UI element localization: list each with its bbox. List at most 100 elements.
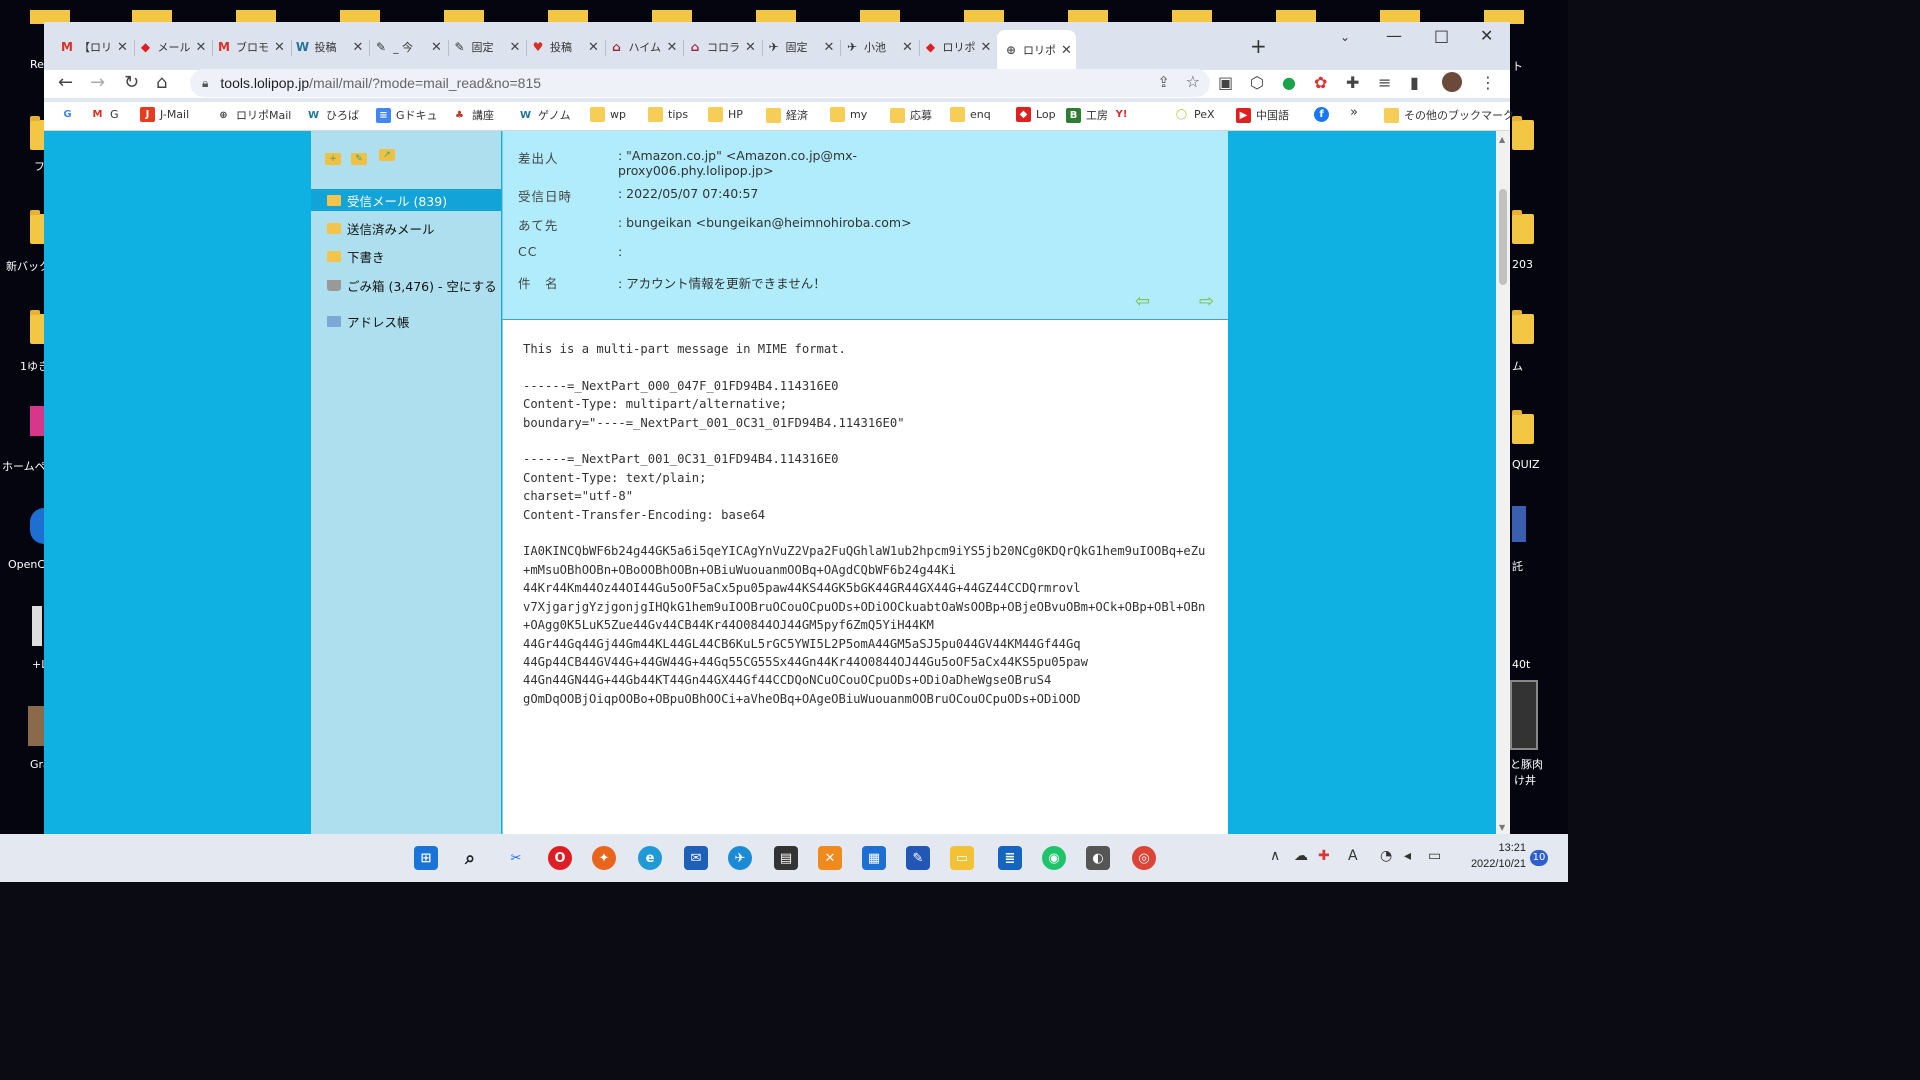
- browser-tab[interactable]: ◆ メール ✕: [138, 32, 211, 62]
- other-bookmarks[interactable]: その他のブックマーク: [1384, 107, 1514, 123]
- bookmark-item[interactable]: Y!: [1114, 107, 1134, 122]
- clock[interactable]: 13:21 2022/10/21: [1462, 840, 1526, 872]
- menu-kebab-icon[interactable]: ⋮: [1480, 73, 1496, 92]
- bookmark-star-icon[interactable]: ☆: [1186, 72, 1200, 91]
- shortcut-icon[interactable]: [30, 406, 44, 436]
- open-folder-icon[interactable]: ↗: [379, 149, 395, 161]
- rename-folder-icon[interactable]: ✎: [351, 153, 367, 165]
- tab-close-icon[interactable]: ✕: [510, 40, 521, 55]
- side-panel-icon[interactable]: ▮: [1410, 73, 1419, 92]
- browser-tab[interactable]: M ブロモ ✕: [216, 32, 289, 62]
- desktop-folder-icon[interactable]: [1512, 410, 1534, 444]
- browser-tab[interactable]: ◆ ロリポ ✕: [923, 32, 996, 62]
- bookmark-item[interactable]: enq: [950, 107, 991, 122]
- edge-icon[interactable]: e: [638, 846, 662, 870]
- close-window-button[interactable]: ✕: [1480, 26, 1493, 45]
- address-book-link[interactable]: アドレス帳: [311, 310, 501, 332]
- desktop-folder-icon[interactable]: [1512, 210, 1534, 244]
- browser-tab[interactable]: ✎ 固定 ✕: [452, 32, 525, 62]
- xampp-icon[interactable]: ✕: [818, 846, 842, 870]
- browser-tab[interactable]: ✎ _ 今 ✕: [373, 32, 446, 62]
- shortcut-icon[interactable]: [1512, 506, 1526, 542]
- bookmark-item[interactable]: HP: [708, 107, 743, 122]
- bookmark-item[interactable]: 経済: [766, 107, 808, 123]
- home-button[interactable]: ⌂: [156, 72, 167, 93]
- tray-expand-icon[interactable]: ∧: [1270, 848, 1280, 864]
- volume-icon[interactable]: ◂: [1404, 848, 1411, 864]
- shortcut-icon[interactable]: [1510, 680, 1538, 750]
- bookmark-item[interactable]: MG: [90, 107, 119, 122]
- notepad-icon[interactable]: ≣: [998, 846, 1022, 870]
- extension-image-icon[interactable]: ▣: [1218, 73, 1233, 92]
- bookmarks-more-button[interactable]: »: [1350, 105, 1358, 120]
- profile-avatar[interactable]: [1442, 72, 1462, 92]
- tab-close-icon[interactable]: ✕: [196, 40, 207, 55]
- browser-tab[interactable]: ♥ 投稿 ✕: [530, 32, 603, 62]
- tab-close-icon[interactable]: ✕: [274, 40, 285, 55]
- tab-close-icon[interactable]: ✕: [902, 40, 913, 55]
- tab-close-icon[interactable]: ✕: [824, 40, 835, 55]
- tab-close-icon[interactable]: ✕: [117, 40, 128, 55]
- bookmark-item[interactable]: W ゲノム: [518, 107, 571, 123]
- new-tab-button[interactable]: +: [1250, 34, 1267, 58]
- bookmark-item[interactable]: B 工房: [1066, 107, 1108, 123]
- ime-icon[interactable]: A: [1348, 848, 1358, 864]
- pen-app-icon[interactable]: ✎: [906, 846, 930, 870]
- scrollbar-thumb[interactable]: [1499, 189, 1507, 285]
- app-icon[interactable]: ▤: [774, 846, 798, 870]
- desktop-folder-icon[interactable]: [1512, 116, 1534, 150]
- folder-sent[interactable]: 送信済みメール: [311, 217, 501, 239]
- page-scrollbar[interactable]: ▲ ▼: [1496, 131, 1510, 834]
- forward-button[interactable]: →: [90, 72, 105, 93]
- tab-close-icon[interactable]: ✕: [431, 40, 442, 55]
- shortcut-icon[interactable]: [28, 706, 44, 746]
- app-icon[interactable]: ▦: [862, 846, 886, 870]
- reading-list-icon[interactable]: ≡: [1378, 73, 1391, 92]
- line-icon[interactable]: ◉: [1042, 846, 1066, 870]
- browser-tab[interactable]: M 【ロリ ✕: [59, 32, 132, 62]
- notification-badge[interactable]: 10: [1530, 850, 1548, 866]
- share-icon[interactable]: ⇪: [1157, 73, 1170, 91]
- battery-icon[interactable]: ▭: [1428, 848, 1441, 864]
- snipping-tool-icon[interactable]: ✂: [504, 846, 528, 870]
- reload-button[interactable]: ↻: [124, 72, 139, 93]
- browser-tab[interactable]: ⌂ ハイム ✕: [609, 32, 682, 62]
- folder-trash[interactable]: ごみ箱 (3,476) - 空にする: [311, 274, 501, 296]
- start-button[interactable]: ⊞: [414, 846, 438, 870]
- shortcut-icon[interactable]: [32, 606, 42, 646]
- tab-close-icon[interactable]: ✕: [745, 40, 756, 55]
- scroll-down-arrow-icon[interactable]: ▼: [1499, 823, 1505, 832]
- bookmark-item[interactable]: 応募: [890, 107, 932, 123]
- lock-icon[interactable]: 🔒︎: [202, 76, 208, 91]
- bookmark-item[interactable]: ♣ 講座: [452, 107, 494, 123]
- onedrive-icon[interactable]: ☁: [1294, 848, 1308, 864]
- extensions-puzzle-icon[interactable]: ✚: [1346, 73, 1359, 92]
- bookmark-item[interactable]: ◆ Lop: [1016, 107, 1056, 122]
- prev-mail-arrow-icon[interactable]: ⇦: [1135, 291, 1150, 312]
- bookmark-item[interactable]: f: [1314, 107, 1334, 122]
- bookmark-item[interactable]: ⊕ ロリポMail: [216, 107, 291, 123]
- bookmark-item[interactable]: tips: [648, 107, 688, 122]
- tab-search-icon[interactable]: ⌄: [1340, 30, 1350, 44]
- bookmark-item[interactable]: wp: [590, 107, 626, 122]
- wifi-icon[interactable]: ◔: [1380, 848, 1392, 864]
- extension-color-icon[interactable]: ✿: [1314, 73, 1327, 92]
- folder-inbox[interactable]: 受信メール (839): [311, 189, 501, 211]
- opera-icon[interactable]: O: [548, 846, 572, 870]
- bookmark-item[interactable]: ◯ PeX: [1174, 107, 1215, 122]
- tab-close-icon[interactable]: ✕: [588, 40, 599, 55]
- tray-app-icon[interactable]: ✚: [1318, 848, 1330, 864]
- maximize-button[interactable]: □: [1434, 26, 1449, 45]
- new-folder-icon[interactable]: +: [325, 153, 341, 165]
- chrome-icon[interactable]: ◎: [1132, 846, 1156, 870]
- extension-box-icon[interactable]: ⬡: [1250, 73, 1264, 92]
- tab-close-icon[interactable]: ✕: [667, 40, 678, 55]
- bookmark-item[interactable]: J J-Mail: [140, 107, 189, 122]
- address-bar[interactable]: 🔒︎ tools.lolipop.jp/mail/mail/?mode=mail…: [190, 69, 1210, 97]
- browser-tab[interactable]: W 投稿 ✕: [295, 32, 368, 62]
- browser-tab[interactable]: ⌂ コロラ ✕: [687, 32, 760, 62]
- search-icon[interactable]: ⌕: [458, 846, 482, 870]
- tab-close-icon[interactable]: ✕: [1061, 43, 1072, 58]
- shortcut-icon[interactable]: [30, 508, 44, 544]
- bookmark-item[interactable]: G: [60, 107, 80, 122]
